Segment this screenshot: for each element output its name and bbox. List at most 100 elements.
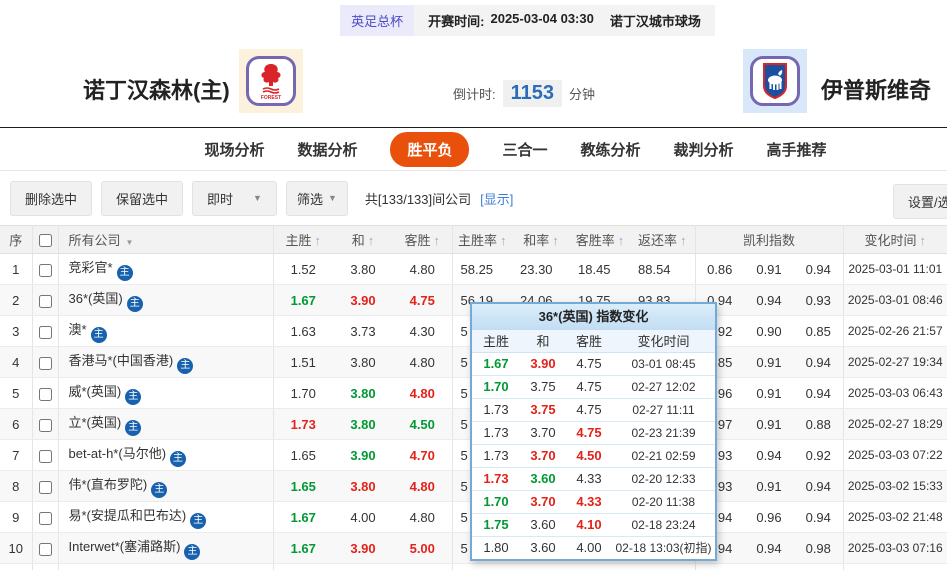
time-mode-value: 即时 — [207, 191, 234, 207]
popup-change-time: 02-20 12:33 — [612, 467, 715, 491]
tab-7[interactable]: 高手推荐 — [767, 139, 827, 160]
popup-row: 1.80 3.60 4.00 02-18 13:03(初指) — [472, 536, 715, 559]
header-change-time[interactable]: 变化时间 ↑ — [843, 225, 947, 254]
header-away-odds[interactable]: 客胜 ↑ — [393, 225, 453, 254]
kelly-away: 0.94 — [794, 253, 844, 285]
draw-odds: 3.73 — [333, 315, 393, 347]
select-all-checkbox[interactable] — [38, 234, 52, 248]
row-checkbox[interactable] — [38, 356, 52, 370]
tab-5[interactable]: 教练分析 — [581, 139, 641, 160]
company-cell[interactable]: 易*(安提瓜和巴布达) 主 — [58, 501, 274, 533]
chevron-down-icon: ▼ — [327, 193, 337, 203]
row-checkbox[interactable] — [38, 511, 52, 525]
popup-odds-away: 4.33 — [566, 490, 612, 514]
kickoff-time: 2025-03-04 03:30 — [490, 10, 594, 26]
settings-button[interactable]: 设置/选择 — [893, 184, 947, 219]
company-cell[interactable]: 36*(英国) 主 — [58, 284, 274, 316]
sort-up-icon: ↑ — [500, 233, 507, 248]
popup-change-time: 02-23 21:39 — [612, 421, 715, 445]
home-team-name: 诺丁汉森林(主) — [83, 78, 230, 103]
popup-odds-away: 4.00 — [576, 540, 602, 556]
filter-select[interactable]: 筛选 ▼ — [285, 180, 348, 216]
header-draw-odds[interactable]: 和 ↑ — [333, 225, 393, 254]
show-link[interactable]: [显示] — [480, 189, 513, 208]
header-away-rate[interactable]: 客胜率 ↑ — [570, 225, 630, 254]
popup-odds-away: 4.75 — [566, 375, 612, 399]
nav-tabs: 现场分析 数据分析 胜平负 三合一 教练分析 裁判分析 高手推荐 — [0, 127, 947, 171]
header-home-rate[interactable]: 主胜率 ↑ — [452, 225, 512, 254]
away-odds: 4.80 — [393, 470, 453, 502]
row-checkbox[interactable] — [38, 263, 52, 277]
sort-up-icon: ↑ — [433, 233, 441, 248]
company-cell[interactable]: 伟*(直布罗陀) 主 — [58, 470, 274, 502]
time-mode-select[interactable]: 即时 ▼ — [192, 180, 277, 216]
tab-2[interactable]: 数据分析 — [297, 139, 357, 160]
home-odds: 1.52 — [273, 253, 333, 285]
change-time: 2025-03-01 08:46 — [843, 284, 947, 316]
header-kelly: 凯利指数 — [695, 225, 844, 254]
toolbar: 删除选中 保留选中 即时 ▼ 筛选 ▼ 共[133/133]间公司 [显示] 设… — [0, 171, 947, 225]
keep-selected-button[interactable]: 保留选中 — [101, 180, 184, 216]
league-badge[interactable]: 英足总杯 — [340, 4, 415, 36]
company-cell[interactable]: Interwet*(塞浦路斯) 主 — [58, 532, 274, 564]
row-checkbox[interactable] — [38, 480, 52, 494]
forest-crest-icon: FOREST — [246, 56, 296, 106]
sort-up-icon: ↑ — [552, 233, 559, 248]
company-cell[interactable]: 立*(英国) 主 — [58, 408, 274, 440]
change-time: 2025-02-26 21:57 — [843, 315, 947, 347]
home-team-logo: FOREST — [239, 49, 303, 113]
tab-1[interactable]: 现场分析 — [204, 139, 264, 160]
row-checkbox[interactable] — [38, 294, 52, 308]
row-seq: 8 — [0, 470, 33, 502]
tab-3[interactable]: 胜平负 — [390, 131, 470, 167]
header-company[interactable]: 所有公司 ▼ — [58, 225, 274, 254]
row-seq: 9 — [0, 501, 33, 533]
tab-4[interactable]: 三合一 — [502, 139, 547, 160]
draw-odds: 4.00 — [333, 501, 393, 533]
popup-header-4: 变化时间 — [612, 330, 715, 353]
popup-row: 1.75 3.60 4.10 02-18 23:24 — [472, 513, 715, 537]
popup-change-time: 02-18 23:24 — [612, 513, 715, 537]
draw-odds: 3.90 — [333, 284, 393, 316]
row-checkbox[interactable] — [38, 387, 52, 401]
row-select-cell — [32, 346, 59, 378]
header-draw-rate[interactable]: 和率 ↑ — [512, 225, 570, 254]
home-odds: 1.70 — [273, 377, 333, 409]
popup-row: 1.73 3.70 4.50 02-21 02:59 — [472, 444, 715, 468]
popup-odds-draw: 3.75 — [520, 375, 566, 399]
kelly-draw: 0.96 — [744, 501, 794, 533]
kelly-away: 0.94 — [794, 377, 844, 409]
popup-odds-away: 4.10 — [566, 513, 612, 537]
countdown-value: 1153 — [502, 80, 563, 107]
company-cell[interactable]: 威*(英国) 主 — [58, 377, 274, 409]
company-cell[interactable]: bet-at-h*(马尔他) 主 — [58, 439, 274, 471]
company-cell[interactable]: 竞彩官* 主 — [58, 253, 274, 285]
company-name: 香港马*(中国香港) — [68, 353, 174, 368]
popup-odds-draw: 3.70 — [520, 421, 566, 445]
header-return-rate[interactable]: 返还率 ↑ — [630, 225, 696, 254]
company-cell[interactable]: 澳* 主 — [58, 315, 274, 347]
row-checkbox[interactable] — [38, 325, 52, 339]
ipswich-crest-icon — [750, 56, 800, 106]
change-time: 2025-02-27 19:34 — [843, 346, 947, 378]
popup-row: 1.70 3.70 4.33 02-20 11:38 — [472, 490, 715, 514]
popup-odds-away: 4.75 — [566, 352, 612, 376]
kelly-draw: 0.91 — [744, 470, 794, 502]
company-name: 威*(英国) — [68, 384, 122, 399]
home-odds: 1.67 — [273, 284, 333, 316]
popup-odds-draw: 3.90 — [520, 352, 566, 376]
company-cell[interactable]: 香港马*(中国香港) 主 — [58, 346, 274, 378]
company-name: 竞彩官* — [68, 260, 113, 275]
sort-up-icon: ↑ — [919, 233, 927, 248]
countdown: 倒计时: 1153 分钟 — [453, 80, 595, 107]
delete-selected-button[interactable]: 删除选中 — [10, 180, 93, 216]
tab-6[interactable]: 裁判分析 — [674, 139, 734, 160]
row-checkbox[interactable] — [38, 418, 52, 432]
sort-up-icon: ↑ — [617, 233, 625, 248]
row-checkbox[interactable] — [38, 542, 52, 556]
row-checkbox[interactable] — [38, 449, 52, 463]
away-odds: 4.80 — [393, 253, 453, 285]
popup-odds-away: 4.50 — [566, 444, 612, 468]
header-home-odds[interactable]: 主胜 ↑ — [273, 225, 333, 254]
company-count: 共[133/133]间公司 — [364, 191, 472, 207]
